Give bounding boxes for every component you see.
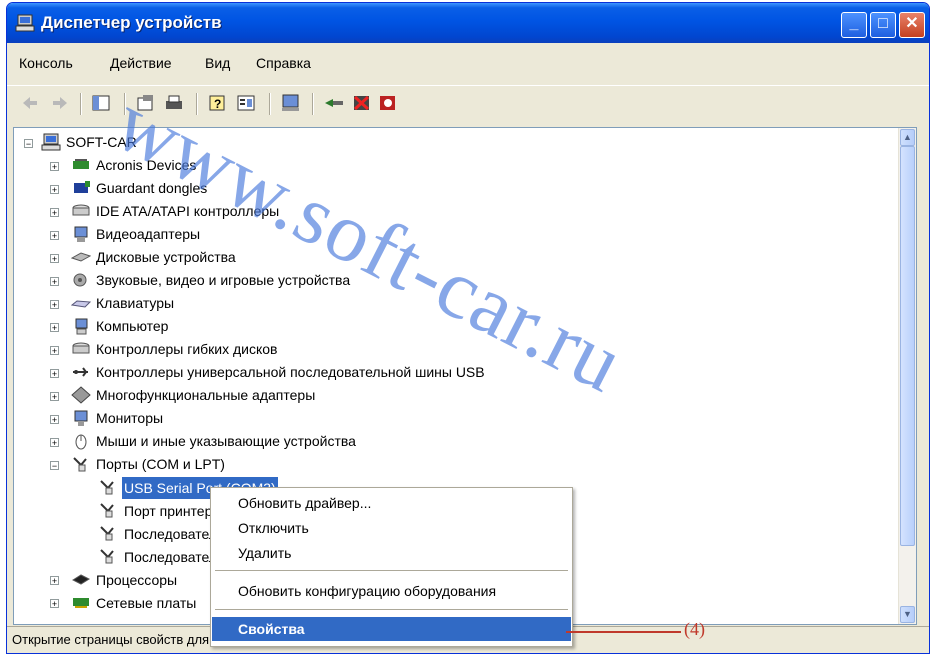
scroll-thumb[interactable] [900,146,915,546]
expand-button[interactable]: + [50,277,59,287]
menu-uninstall[interactable]: Удалить [212,541,571,565]
expand-button[interactable]: + [50,162,59,172]
mouse-icon [75,434,87,450]
close-button[interactable]: ✕ [899,12,925,38]
category-label: Мыши и иные указывающие устройства [96,433,356,449]
title-bar[interactable]: Диспетчер устройств _ □ ✕ [7,3,929,43]
expand-button[interactable]: + [50,599,59,609]
callout-line [566,631,681,633]
minimize-button[interactable]: _ [841,12,867,38]
category-label: Компьютер [96,318,169,334]
toolbar-separator [269,93,271,115]
update-driver-icon[interactable] [323,93,345,113]
callout-label: (4) [684,619,705,639]
expand-button[interactable]: + [50,415,59,425]
uninstall-device-icon[interactable] [377,93,399,113]
category-label: Дисковые устройства [96,249,236,265]
toolbar-separator [312,93,314,115]
vertical-scrollbar[interactable]: ▲ ▼ [898,128,916,624]
monitor-icon [74,410,88,426]
category-label: Acronis Devices [96,157,197,173]
menu-console[interactable]: Консоль [19,55,73,71]
expand-button[interactable]: + [50,438,59,448]
show-hide-console-tree-icon[interactable] [90,93,112,113]
category-label: Контроллеры универсальной последовательн… [96,364,485,380]
processor-icon [71,574,91,585]
display-adapter-icon [74,226,88,242]
category-label: Звуковые, видео и игровые устройства [96,272,351,288]
menu-help[interactable]: Справка [256,55,311,71]
help-icon[interactable]: ? [207,93,229,113]
expand-button[interactable]: + [50,323,59,333]
expand-button[interactable]: + [50,392,59,402]
ide-controller-icon [72,204,90,216]
scroll-down-button[interactable]: ▼ [900,606,915,623]
category-label: Порты (COM и LPT) [96,456,225,472]
menu-separator [215,570,568,571]
expand-button[interactable]: + [50,254,59,264]
category-label: Guardant dongles [96,180,208,196]
usb-icon [73,367,88,377]
menu-update-driver[interactable]: Обновить драйвер... [212,491,571,515]
dongle-icon [74,181,90,193]
category-label: Процессоры [96,572,178,588]
root-collapse-button[interactable]: − [24,139,33,149]
category-label: Контроллеры гибких дисков [96,341,278,357]
device-manager-icon [15,14,35,32]
disable-device-icon[interactable] [351,93,373,113]
toolbar-separator [124,93,126,115]
expand-button[interactable]: + [50,185,59,195]
port-icon [73,457,87,472]
printer-port-icon [100,503,114,518]
menu-scan-hardware[interactable]: Обновить конфигурацию оборудования [212,579,571,603]
maximize-button[interactable]: □ [870,12,896,38]
menu-separator [215,609,568,610]
category-label: Сетевые платы [96,595,197,611]
tree-root-label: SOFT-CAR [66,134,137,150]
scan-hardware-icon[interactable] [280,93,302,113]
serial-port-icon [100,549,114,564]
collapse-button[interactable]: − [50,461,59,471]
category-label: IDE ATA/ATAPI контроллеры [96,203,280,219]
expand-button[interactable]: + [50,300,59,310]
floppy-controller-icon [72,342,90,354]
print-icon[interactable] [163,93,185,113]
category-label: Многофункциональные адаптеры [96,387,316,403]
window-title: Диспетчер устройств [41,13,222,32]
multifunction-adapter-icon [71,386,91,404]
acronis-device-icon [73,159,89,169]
category-label: Видеоадаптеры [96,226,201,242]
keyboard-icon [71,300,91,308]
toolbar: ? [7,85,929,120]
menu-disable[interactable]: Отключить [212,516,571,540]
svg-text:?: ? [214,97,221,111]
menu-action[interactable]: Действие [110,55,172,71]
context-menu: Обновить драйвер... Отключить Удалить Об… [210,487,573,647]
serial-port-icon [100,480,114,495]
expand-button[interactable]: + [50,576,59,586]
category-label: Мониторы [96,410,164,426]
expand-button[interactable]: + [50,369,59,379]
menu-view[interactable]: Вид [205,55,230,71]
scroll-up-button[interactable]: ▲ [900,129,915,146]
computer-icon [75,318,88,335]
back-icon[interactable] [19,93,41,113]
menu-properties[interactable]: Свойства [212,617,571,641]
expand-button[interactable]: + [50,208,59,218]
expand-button[interactable]: + [50,231,59,241]
view-icon[interactable] [235,93,257,113]
expand-button[interactable]: + [50,346,59,356]
serial-port-icon [100,526,114,541]
sound-device-icon [73,273,87,287]
toolbar-separator [80,93,82,115]
network-adapter-icon [73,598,89,608]
toolbar-separator [196,93,198,115]
properties-icon[interactable] [135,93,157,113]
menu-bar: Консоль Действие Вид Справка [7,49,929,77]
computer-icon [41,133,61,151]
forward-icon[interactable] [49,93,71,113]
category-label: Клавиатуры [96,295,175,311]
disk-drive-icon [71,252,91,262]
